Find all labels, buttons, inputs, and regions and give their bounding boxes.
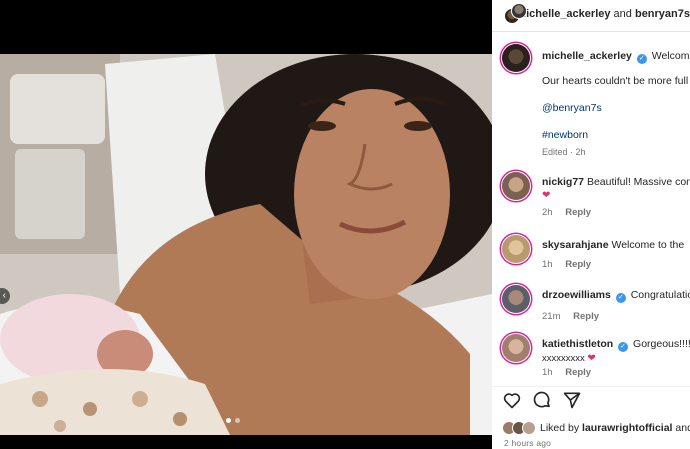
caption-row: michelle_ackerley ✓ Welcome t xyxy=(502,44,690,72)
comment-item: drzoewilliams ✓ Congratulation 21m Reply xyxy=(502,285,690,322)
likes-suffix[interactable]: and xyxy=(675,422,690,434)
comment-time: 21m xyxy=(542,311,561,322)
coauthor-username[interactable]: benryan7s xyxy=(635,8,690,20)
media-bottom-bar xyxy=(0,435,492,449)
likes-summary: Liked by laurawrightofficial and xyxy=(502,421,690,435)
avatar xyxy=(511,3,527,19)
comment-text: Gorgeous!!!! C xyxy=(633,338,690,350)
avatar[interactable] xyxy=(502,235,530,263)
header-divider xyxy=(492,31,690,32)
heart-emoji-icon: ❤ xyxy=(587,353,596,364)
caption-line: Our hearts couldn't be more full xyxy=(542,75,689,87)
comment-item: katiethistleton ✓ Gorgeous!!!! C xxxxxxx… xyxy=(502,334,690,378)
actions-divider xyxy=(492,386,690,387)
comment-time: 2h xyxy=(542,207,553,218)
comment-username[interactable]: katiethistleton xyxy=(542,338,613,350)
hashtag-link[interactable]: #newborn xyxy=(542,129,588,141)
comment-time: 1h xyxy=(542,367,553,378)
verified-badge-icon: ✓ xyxy=(618,342,629,352)
avatar xyxy=(522,421,536,435)
carousel-dot xyxy=(235,418,240,423)
comment-text: Welcome to the xyxy=(611,239,685,251)
paper-plane-icon[interactable] xyxy=(562,390,582,410)
post-header: michelle_ackerley and benryan7s xyxy=(492,0,690,28)
avatar[interactable] xyxy=(502,44,530,72)
likes-prefix: Liked by xyxy=(540,422,580,434)
comment-item: skysarahjane Welcome to the 1h Reply xyxy=(502,235,684,270)
avatar[interactable] xyxy=(502,334,530,362)
heart-emoji-icon: ❤ xyxy=(542,190,551,201)
post-actions xyxy=(502,390,582,410)
post-authors: michelle_ackerley and benryan7s xyxy=(516,8,690,20)
carousel-indicator xyxy=(226,418,240,423)
comment-username[interactable]: nickig77 xyxy=(542,176,584,188)
post-side-panel: michelle_ackerley and benryan7s michelle… xyxy=(492,0,690,449)
reply-button[interactable]: Reply xyxy=(565,367,591,378)
comment-username[interactable]: skysarahjane xyxy=(542,239,609,251)
edited-timestamp: Edited · 2h xyxy=(542,147,586,157)
liker-username[interactable]: laurawrightofficial xyxy=(582,422,672,434)
comment-username[interactable]: drzoewilliams xyxy=(542,289,611,301)
reply-button[interactable]: Reply xyxy=(565,259,591,270)
reply-button[interactable]: Reply xyxy=(573,311,599,322)
comment-icon[interactable] xyxy=(532,390,552,410)
caption-text: Welcome t xyxy=(651,50,690,62)
avatar[interactable] xyxy=(502,285,530,313)
heart-outline-icon[interactable] xyxy=(502,390,522,410)
comment-text: Congratulation xyxy=(630,289,690,301)
carousel-dot xyxy=(226,418,231,423)
comment-text: Beautiful! Massive cong xyxy=(586,176,690,188)
author-connector: and xyxy=(613,8,632,20)
mention-link[interactable]: @benryan7s xyxy=(542,102,602,114)
verified-badge-icon: ✓ xyxy=(615,293,626,303)
verified-badge-icon: ✓ xyxy=(636,54,647,64)
author-username[interactable]: michelle_ackerley xyxy=(516,8,610,20)
liker-avatars xyxy=(502,421,536,435)
reply-button[interactable]: Reply xyxy=(565,207,591,218)
caption-username[interactable]: michelle_ackerley xyxy=(542,50,632,62)
comment-text-extra: xxxxxxxxx xyxy=(542,353,585,364)
comment-item: nickig77 Beautiful! Massive cong ❤ 2h Re… xyxy=(502,172,690,218)
avatar[interactable] xyxy=(502,172,530,200)
photo-illustration xyxy=(0,54,492,435)
media-top-bar xyxy=(0,0,492,54)
comment-time: 1h xyxy=(542,259,553,270)
post-timestamp: 2 hours ago xyxy=(504,438,552,448)
post-photo[interactable]: ‹ xyxy=(0,54,492,435)
